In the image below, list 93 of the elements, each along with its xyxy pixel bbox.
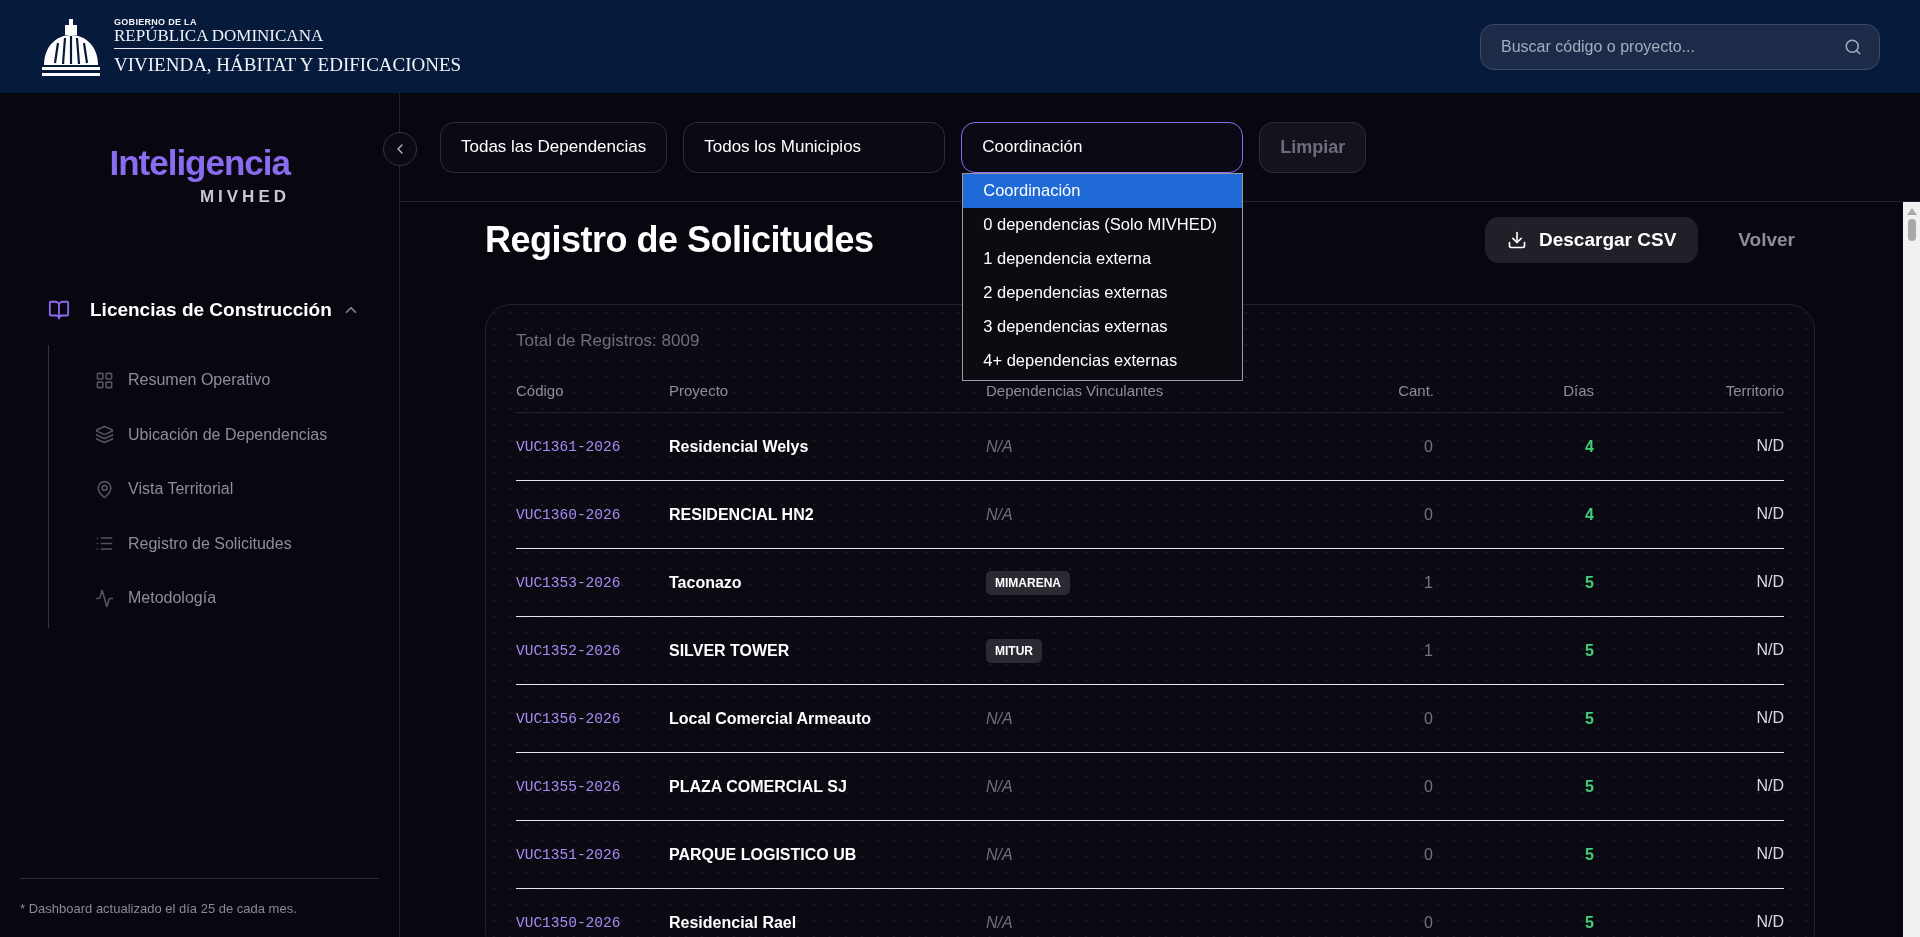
- dropdown-option[interactable]: 1 dependencia externa: [963, 241, 1243, 276]
- filter-select[interactable]: Todos los Municipios: [683, 121, 946, 173]
- nav-item[interactable]: Registro de Solicitudes: [49, 516, 379, 571]
- search-icon: [1844, 37, 1862, 56]
- territory-cell: N/D: [1594, 549, 1784, 617]
- territory-cell: N/D: [1594, 413, 1784, 481]
- search-field[interactable]: Buscar código o proyecto...: [1480, 23, 1880, 70]
- territory-cell: N/D: [1594, 821, 1784, 889]
- territory-cell: N/D: [1594, 889, 1784, 937]
- logo-text: REPÚBLICA DOMINICANA: [114, 27, 324, 49]
- nav-item[interactable]: Ubicación de Dependencias: [49, 407, 379, 462]
- code-cell: VUC1356-2026: [516, 685, 669, 753]
- total-count: Total de Registros: 8009: [516, 331, 700, 351]
- dropdown-option[interactable]: 4+ dependencias externas: [963, 343, 1243, 378]
- count-cell: 0: [1324, 481, 1434, 549]
- column-header: Cant.: [1324, 382, 1434, 413]
- code-cell: VUC1350-2026: [516, 889, 669, 937]
- collapse-button[interactable]: [383, 132, 417, 166]
- code-cell: VUC1355-2026: [516, 753, 669, 821]
- dependency-cell: N/A: [986, 821, 1324, 889]
- dependency-tag: MIMARENA: [986, 570, 1070, 595]
- scroll-thumb[interactable]: [1907, 219, 1916, 241]
- project-cell: PLAZA COMERCIAL SJ: [669, 753, 986, 821]
- project-cell: SILVER TOWER: [669, 617, 986, 685]
- nav-item[interactable]: Vista Territorial: [49, 462, 379, 517]
- logo-text: VIVIENDA, HÁBITAT Y EDIFICACIONES: [114, 54, 462, 76]
- count-cell: 1: [1324, 617, 1434, 685]
- brand-title: Inteligencia: [109, 143, 290, 183]
- count-cell: 0: [1324, 889, 1434, 937]
- code-cell: VUC1353-2026: [516, 549, 669, 617]
- days-cell: 5: [1434, 685, 1594, 753]
- filter-select[interactable]: Todas las Dependencias: [440, 121, 668, 173]
- code-cell: VUC1351-2026: [516, 821, 669, 889]
- territory-cell: N/D: [1594, 481, 1784, 549]
- count-cell: 0: [1324, 685, 1434, 753]
- dependency-cell: N/A: [986, 753, 1324, 821]
- days-cell: 5: [1434, 753, 1594, 821]
- code-cell: VUC1352-2026: [516, 617, 669, 685]
- filter-select[interactable]: Coordinación: [961, 121, 1244, 173]
- nav-item-icon: [95, 588, 114, 608]
- days-cell: 4: [1434, 481, 1594, 549]
- days-cell: 4: [1434, 413, 1594, 481]
- column-header: Territorio: [1594, 382, 1784, 413]
- download-icon: [1507, 230, 1527, 250]
- code-cell: VUC1360-2026: [516, 481, 669, 549]
- nav-item-icon: [95, 370, 114, 390]
- column-header: Proyecto: [669, 382, 986, 413]
- dependency-cell: N/A: [986, 889, 1324, 937]
- footnote: * Dashboard actualizado el día 25 de cada mes.: [20, 901, 297, 916]
- count-cell: 0: [1324, 821, 1434, 889]
- days-cell: 5: [1434, 889, 1594, 937]
- dependency-tag: MITUR: [986, 638, 1042, 663]
- days-cell: 5: [1434, 549, 1594, 617]
- column-header: Días: [1434, 382, 1594, 413]
- count-cell: 1: [1324, 549, 1434, 617]
- nav-item[interactable]: Resumen Operativo: [49, 353, 379, 408]
- page-title: Registro de Solicitudes: [485, 219, 874, 261]
- territory-cell: N/D: [1594, 753, 1784, 821]
- dome-logo-icon: [40, 16, 102, 77]
- project-cell: RESIDENCIAL HN2: [669, 481, 986, 549]
- logo-text: GOBIERNO DE LA: [114, 17, 197, 27]
- code-cell: VUC1361-2026: [516, 413, 669, 481]
- count-cell: 0: [1324, 413, 1434, 481]
- dropdown-option[interactable]: 3 dependencias externas: [963, 309, 1243, 344]
- territory-cell: N/D: [1594, 685, 1784, 753]
- column-header: Código: [516, 382, 669, 413]
- project-cell: Local Comercial Armeauto: [669, 685, 986, 753]
- days-cell: 5: [1434, 617, 1594, 685]
- brand-subtitle: MIVHED: [199, 187, 290, 207]
- project-cell: Taconazo: [669, 549, 986, 617]
- project-cell: Residencial Welys: [669, 413, 986, 481]
- clear-button[interactable]: Limpiar: [1259, 121, 1367, 173]
- nav-section-header[interactable]: Licencias de Construcción: [20, 295, 379, 325]
- scrollbar[interactable]: [1903, 202, 1920, 937]
- book-icon: [48, 299, 70, 321]
- project-cell: Residencial Rael: [669, 889, 986, 937]
- count-cell: 0: [1324, 753, 1434, 821]
- nav-item-icon: [95, 479, 114, 499]
- dropdown-option[interactable]: 2 dependencias externas: [963, 275, 1243, 310]
- dependency-cell: N/A: [986, 413, 1324, 481]
- nav-item-icon: [95, 425, 114, 445]
- dropdown-option[interactable]: Coordinación: [963, 173, 1243, 208]
- dropdown-option[interactable]: 0 dependencias (Solo MIVHED): [963, 207, 1243, 242]
- dependency-cell: N/A: [986, 685, 1324, 753]
- back-link[interactable]: Volver: [1738, 229, 1815, 251]
- column-header: Dependencias Vinculantes: [986, 382, 1324, 413]
- project-cell: PARQUE LOGISTICO UB: [669, 821, 986, 889]
- nav-item[interactable]: Metodología: [49, 571, 379, 626]
- scroll-up-icon: [1906, 208, 1917, 215]
- dependency-cell: N/A: [986, 481, 1324, 549]
- territory-cell: N/D: [1594, 617, 1784, 685]
- days-cell: 5: [1434, 821, 1594, 889]
- download-button[interactable]: Descargar CSV: [1485, 217, 1699, 263]
